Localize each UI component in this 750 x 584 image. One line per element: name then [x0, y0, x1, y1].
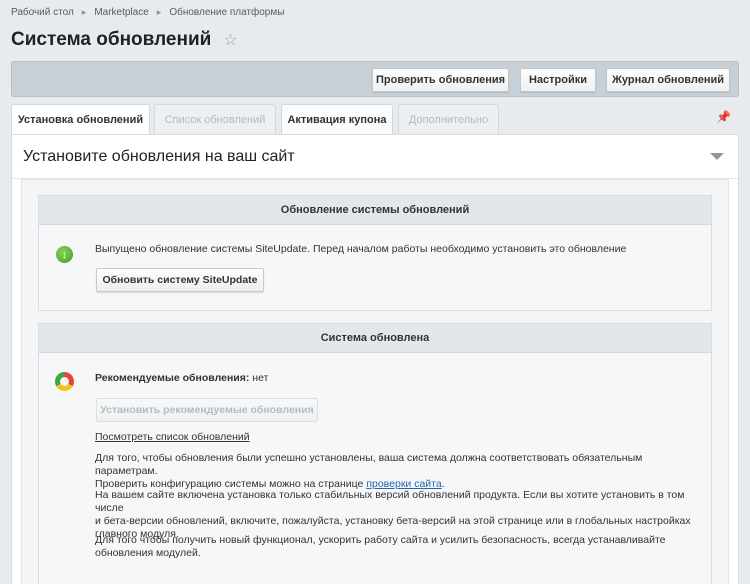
system-status-card-header: Система обновлена [39, 324, 711, 353]
main-panel: Установите обновления на ваш сайт Обновл… [11, 134, 739, 584]
recommended-updates: Рекомендуемые обновления: нет [95, 372, 268, 385]
tab-bar: Установка обновлений Список обновлений А… [11, 104, 739, 135]
collapse-arrow-icon[interactable] [710, 153, 724, 160]
stable-line-2: и бета-версии обновлений, включите, пожа… [95, 515, 691, 527]
chevron-right-icon: ▸ [156, 7, 162, 17]
system-status-card: Система обновлена Рекомендуемые обновлен… [38, 323, 712, 584]
siteupdate-card-header: Обновление системы обновлений [39, 196, 711, 225]
siteupdate-card: Обновление системы обновлений ↓ Выпущено… [38, 195, 712, 311]
section-body: Обновление системы обновлений ↓ Выпущено… [21, 179, 729, 584]
breadcrumb: Рабочий стол ▸ Marketplace ▸ Обновление … [11, 7, 284, 18]
breadcrumb-item-desktop[interactable]: Рабочий стол [11, 7, 74, 18]
toolbar: Проверить обновления Настройки Журнал об… [11, 61, 739, 97]
tab-update-list: Список обновлений [154, 104, 276, 134]
update-list-link[interactable]: Посмотреть список обновлений [95, 431, 250, 444]
tab-install-updates[interactable]: Установка обновлений [11, 104, 150, 135]
requirements-paragraph: Для того, чтобы обновления были успешно … [95, 452, 705, 491]
install-recommended-button: Установить рекомендуемые обновления [96, 398, 318, 422]
update-siteupdate-button[interactable]: Обновить систему SiteUpdate [96, 268, 264, 292]
check-updates-button[interactable]: Проверить обновления [372, 68, 509, 92]
breadcrumb-item-platform-update[interactable]: Обновление платформы [169, 7, 284, 18]
functional-paragraph: Для того чтобы получить новый функционал… [95, 534, 705, 560]
settings-button[interactable]: Настройки [520, 68, 596, 92]
chevron-right-icon: ▸ [81, 7, 87, 17]
stable-line-1: На вашем сайте включена установка только… [95, 489, 685, 514]
section-title: Установите обновления на ваш сайт [23, 148, 295, 165]
page-title-text: Система обновлений [11, 29, 212, 50]
tab-coupon-activation[interactable]: Активация купона [281, 104, 393, 134]
star-icon[interactable]: ☆ [223, 30, 237, 50]
page-title: Система обновлений ☆ [11, 29, 238, 51]
status-ring-icon [55, 372, 74, 391]
functional-line-2: обновления модулей. [95, 547, 201, 559]
recommended-updates-label: Рекомендуемые обновления: [95, 372, 250, 384]
recommended-updates-value: нет [252, 372, 269, 384]
update-log-button[interactable]: Журнал обновлений [606, 68, 730, 92]
siteupdate-message: Выпущено обновление системы SiteUpdate. … [95, 243, 627, 255]
download-ok-icon: ↓ [56, 246, 73, 263]
pin-icon[interactable]: 📌 [716, 110, 731, 124]
functional-line-1: Для того чтобы получить новый функционал… [95, 534, 666, 546]
update-list-link-text[interactable]: Посмотреть список обновлений [95, 431, 250, 443]
requirements-line-1: Для того, чтобы обновления были успешно … [95, 452, 643, 477]
tab-additional: Дополнительно [398, 104, 499, 134]
breadcrumb-item-marketplace[interactable]: Marketplace [94, 7, 148, 18]
